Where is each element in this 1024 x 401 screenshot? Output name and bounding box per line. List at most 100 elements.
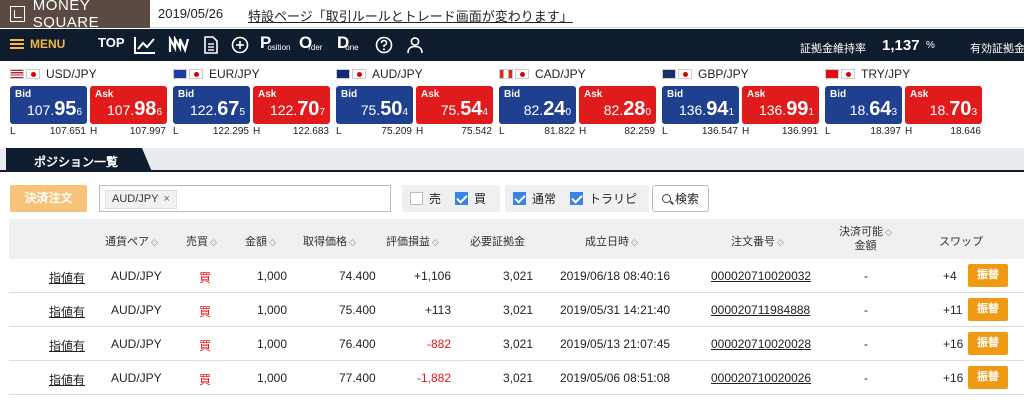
cell-settle: - — [864, 371, 868, 385]
table-row: 指値有 AUD/JPY 買 1,000 76.400 -882 3,021 20… — [9, 327, 1024, 361]
normal-checkbox[interactable] — [513, 192, 526, 205]
chip-remove-icon[interactable]: × — [163, 193, 169, 205]
tab-position-list[interactable]: ポジション一覧 — [6, 148, 152, 172]
user-icon[interactable] — [406, 36, 424, 54]
menu-button[interactable]: MENU — [10, 37, 65, 51]
ask-button[interactable]: Ask 75.544 — [416, 86, 493, 124]
th-side[interactable]: 売買 ◇ — [186, 233, 217, 249]
ask-price: 82.280 — [603, 98, 651, 120]
ask-label: Ask — [421, 89, 440, 100]
cell-time: 2019/05/06 08:51:08 — [560, 371, 671, 385]
cell-price: 77.400 — [339, 371, 376, 385]
effective-margin-label: 有効証拠金 — [970, 43, 1024, 55]
news-link[interactable]: 特設ページ「取引ルールとトレード画面が変わります」 — [248, 6, 573, 25]
cell-time: 2019/05/31 14:21:40 — [560, 303, 671, 317]
bid-button[interactable]: Bid 82.240 — [499, 86, 576, 124]
th-price[interactable]: 取得価格 ◇ — [303, 233, 356, 249]
pair-label: EUR/JPY — [209, 67, 260, 81]
trap-label: トラリピ — [589, 192, 638, 206]
cell-amount: 1,000 — [257, 337, 288, 351]
pair-filter-input[interactable]: AUD/JPY × — [99, 185, 391, 212]
bid-button[interactable]: Bid 18.643 — [825, 86, 902, 124]
th-margin: 必要証拠金 — [470, 236, 525, 248]
flag-jp-icon — [678, 69, 692, 79]
cell-pair: AUD/JPY — [111, 371, 162, 385]
nav-done[interactable]: Done — [337, 34, 363, 52]
high-value: 18.646 — [950, 126, 981, 137]
limit-link[interactable]: 指値有 — [49, 303, 85, 320]
bid-button[interactable]: Bid 75.504 — [336, 86, 413, 124]
cell-settle: - — [864, 337, 868, 351]
nav-bar: MENU TOP Position Order Done 証拠金維持率 1,13… — [0, 29, 1024, 61]
high-value: 136.991 — [781, 126, 818, 137]
flag-jp-icon — [841, 69, 855, 79]
ask-button[interactable]: Ask 136.991 — [742, 86, 819, 124]
buy-checkbox[interactable] — [455, 192, 469, 205]
th-order-no[interactable]: 注文番号 ◇ — [731, 233, 784, 249]
limit-link[interactable]: 指値有 — [49, 371, 85, 388]
order-number-link[interactable]: 000020711984888 — [711, 303, 810, 317]
cell-margin: 3,021 — [503, 371, 534, 385]
rate-try-jpy: TRY/JPY Bid 18.643 Ask 18.703 L 18.397 H1… — [825, 66, 985, 138]
flag-eu-icon — [173, 69, 187, 79]
search-button[interactable]: 検索 — [652, 185, 709, 212]
th-pair[interactable]: 通貨ペア ◇ — [105, 233, 158, 249]
high-low: L 136.547 H 136.991 — [662, 126, 822, 137]
bid-button[interactable]: Bid 107.956 — [10, 86, 87, 124]
th-time[interactable]: 成立日時 ◇ — [585, 233, 638, 249]
nav-position[interactable]: Position — [260, 34, 294, 52]
ask-button[interactable]: Ask 82.280 — [579, 86, 656, 124]
nav-order[interactable]: Order — [299, 34, 326, 52]
settle-order-button[interactable]: 決済注文 — [10, 185, 87, 212]
help-icon[interactable] — [375, 36, 393, 54]
th-settle[interactable]: 決済可能 ◇ 金額 — [839, 225, 892, 253]
bid-button[interactable]: Bid 122.675 — [173, 86, 250, 124]
swap-transfer-button[interactable]: 振替 — [968, 332, 1008, 355]
swap-transfer-button[interactable]: 振替 — [968, 366, 1008, 389]
swap-transfer-button[interactable]: 振替 — [968, 264, 1008, 287]
sell-checkbox[interactable] — [410, 192, 423, 205]
ask-price: 18.703 — [929, 98, 977, 120]
order-number-link[interactable]: 000020710020028 — [711, 337, 811, 351]
rate-aud-jpy: AUD/JPY Bid 75.504 Ask 75.544 L 75.209 H7… — [336, 66, 496, 138]
pair-label: CAD/JPY — [535, 67, 586, 81]
indicator-icon[interactable] — [168, 36, 190, 54]
swap-transfer-button[interactable]: 振替 — [968, 298, 1008, 321]
cell-swap: +16 — [943, 371, 964, 385]
document-icon[interactable] — [203, 36, 219, 54]
low-label: L — [173, 126, 179, 137]
cell-side: 買 — [199, 271, 212, 285]
cell-amount: 1,000 — [257, 303, 288, 317]
rate-header: CAD/JPY — [499, 66, 659, 82]
nav-top[interactable]: TOP — [98, 35, 125, 50]
limit-link[interactable]: 指値有 — [49, 337, 85, 354]
cell-price: 75.400 — [339, 303, 376, 317]
trap-checkbox[interactable] — [570, 192, 584, 205]
bid-button[interactable]: Bid 136.941 — [662, 86, 739, 124]
add-order-icon[interactable] — [231, 36, 249, 54]
cell-settle: - — [864, 303, 868, 317]
high-label: H — [416, 126, 424, 137]
th-pl[interactable]: 評価損益 ◇ — [386, 233, 439, 249]
high-low: L 107.651 H 107.997 — [10, 126, 170, 137]
ask-button[interactable]: Ask 18.703 — [905, 86, 982, 124]
search-icon — [661, 194, 671, 203]
ask-button[interactable]: Ask 122.707 — [253, 86, 330, 124]
limit-link[interactable]: 指値有 — [49, 269, 85, 286]
th-amount[interactable]: 金額 ◇ — [245, 233, 276, 249]
order-number-link[interactable]: 000020710020032 — [711, 269, 811, 283]
cell-pl: +1,106 — [413, 269, 451, 283]
cell-swap: +4 — [943, 269, 957, 283]
order-number-link[interactable]: 000020710020026 — [711, 371, 811, 385]
ask-button[interactable]: Ask 107.986 — [90, 86, 167, 124]
logo[interactable]: MONEY SQUARE — [0, 0, 150, 31]
table-row: 指値有 AUD/JPY 買 1,000 77.400 -1,882 3,021 … — [9, 361, 1024, 395]
high-label: H — [742, 126, 750, 137]
cell-side: 買 — [199, 305, 212, 319]
chart-icon[interactable] — [134, 36, 156, 54]
high-label: H — [905, 126, 913, 137]
cell-pair: AUD/JPY — [111, 269, 162, 283]
cell-settle: - — [864, 269, 868, 283]
rate-header: EUR/JPY — [173, 66, 333, 82]
table-header: 通貨ペア ◇ 売買 ◇ 金額 ◇ 取得価格 ◇ 評価損益 ◇ 必要証拠金 成立日時 ◇ 注文… — [9, 219, 1024, 259]
